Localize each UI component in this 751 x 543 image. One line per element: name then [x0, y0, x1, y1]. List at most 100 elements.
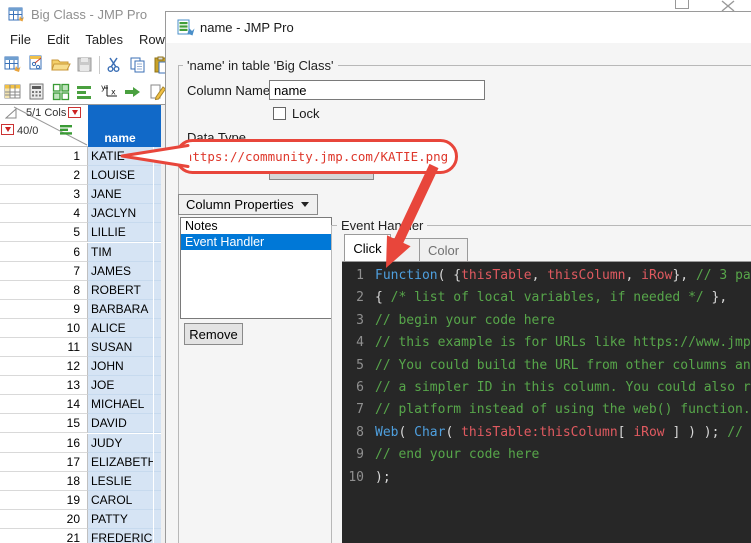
table-row[interactable]: 12 JOHN: [0, 357, 161, 377]
table-row[interactable]: 16 JUDY: [0, 433, 161, 453]
name-cell[interactable]: PATTY: [88, 509, 153, 529]
name-cell[interactable]: JANE: [88, 185, 153, 205]
name-cell[interactable]: JOHN: [88, 357, 153, 377]
row-number-cell[interactable]: 2: [0, 166, 88, 186]
table-row[interactable]: 7 JAMES: [0, 261, 161, 281]
row-number-cell[interactable]: 5: [0, 223, 88, 243]
row-number-cell[interactable]: 20: [0, 509, 88, 529]
row-number-cell[interactable]: 4: [0, 204, 88, 224]
row-number-cell[interactable]: 7: [0, 261, 88, 281]
row-number-cell[interactable]: 19: [0, 490, 88, 510]
row-number-cell[interactable]: 14: [0, 395, 88, 415]
property-item-notes[interactable]: Notes: [181, 218, 331, 234]
tab-click[interactable]: Click: [344, 234, 391, 261]
open-folder-icon[interactable]: [49, 54, 73, 76]
table-row[interactable]: 14 MICHAEL: [0, 395, 161, 415]
lock-checkbox[interactable]: [273, 107, 286, 120]
new-data-table-icon[interactable]: [1, 54, 25, 76]
table-row[interactable]: 6 TIM: [0, 242, 161, 262]
row-number-cell[interactable]: 11: [0, 338, 88, 358]
calculator-icon[interactable]: [25, 81, 49, 103]
table-row[interactable]: 10 ALICE: [0, 318, 161, 338]
align-bars-icon[interactable]: [73, 81, 97, 103]
name-cell[interactable]: KATIE: [88, 147, 153, 167]
table-row[interactable]: 13 JOE: [0, 376, 161, 396]
name-cell[interactable]: JACLYN: [88, 204, 153, 224]
row-number-cell[interactable]: 12: [0, 357, 88, 377]
toolbar-standard: [0, 50, 170, 79]
row-number-cell[interactable]: 9: [0, 299, 88, 319]
table-row[interactable]: 17 ELIZABETH: [0, 452, 161, 472]
row-number-cell[interactable]: 16: [0, 433, 88, 453]
menu-edit[interactable]: Edit: [39, 32, 77, 47]
data-table-icon[interactable]: [1, 81, 25, 103]
table-row[interactable]: 21FREDERICK: [0, 529, 161, 543]
name-cell[interactable]: SUSAN: [88, 338, 153, 358]
cut-icon[interactable]: [102, 54, 126, 76]
name-cell[interactable]: CAROL: [88, 490, 153, 510]
name-cell[interactable]: JAMES: [88, 261, 153, 281]
table-row[interactable]: 9 BARBARA: [0, 299, 161, 319]
name-cell[interactable]: FREDERICK: [88, 529, 153, 543]
row-number-cell[interactable]: 8: [0, 280, 88, 300]
tab-middle[interactable]: [391, 238, 420, 261]
name-cell[interactable]: ELIZABETH: [88, 452, 153, 472]
table-row[interactable]: 3 JANE: [0, 185, 161, 205]
table-row[interactable]: 1 KATIE: [0, 147, 161, 167]
plot-axes-icon[interactable]: yx: [97, 81, 121, 103]
menu-tables[interactable]: Tables: [77, 32, 131, 47]
table-row[interactable]: 5 LILLIE: [0, 223, 161, 243]
row-number-cell[interactable]: 15: [0, 414, 88, 434]
tab-color[interactable]: Color: [420, 238, 468, 261]
disclosure-triangle-icon[interactable]: [5, 108, 18, 120]
rows-menu-icon[interactable]: [1, 124, 14, 135]
close-button[interactable]: [720, 0, 736, 12]
column-properties-button[interactable]: Column Properties: [178, 194, 318, 215]
row-number-cell[interactable]: 13: [0, 376, 88, 396]
row-number-cell[interactable]: 17: [0, 452, 88, 472]
table-row[interactable]: 4 JACLYN: [0, 204, 161, 224]
columns-menu-icon[interactable]: [68, 107, 81, 118]
save-icon[interactable]: [73, 54, 97, 76]
table-row[interactable]: 18 LESLIE: [0, 471, 161, 491]
table-row[interactable]: 2 LOUISE: [0, 166, 161, 186]
row-number-cell[interactable]: 1: [0, 147, 88, 167]
row-number-cell[interactable]: 18: [0, 471, 88, 491]
table-row[interactable]: 15 DAVID: [0, 414, 161, 434]
column-name-input[interactable]: [269, 80, 485, 100]
name-cell[interactable]: LILLIE: [88, 223, 153, 243]
column-list-icon[interactable]: [60, 124, 73, 135]
code-editor[interactable]: 1 Function( {thisTable, thisColumn, iRow}…: [342, 261, 751, 543]
row-number-cell[interactable]: 6: [0, 242, 88, 262]
row-number-cell[interactable]: 10: [0, 318, 88, 338]
name-cell[interactable]: LESLIE: [88, 471, 153, 491]
name-cell[interactable]: ROBERT: [88, 280, 153, 300]
name-cell[interactable]: JUDY: [88, 433, 153, 453]
open-script-icon[interactable]: [25, 54, 49, 76]
property-item-event-handler[interactable]: Event Handler: [181, 234, 331, 250]
table-row[interactable]: 20 PATTY: [0, 509, 161, 529]
copy-icon[interactable]: [126, 54, 150, 76]
properties-listbox[interactable]: Notes Event Handler: [180, 217, 332, 319]
name-cell[interactable]: MICHAEL: [88, 395, 153, 415]
name-cell[interactable]: TIM: [88, 242, 153, 262]
table-row[interactable]: 19 CAROL: [0, 490, 161, 510]
table-row[interactable]: 8 ROBERT: [0, 280, 161, 300]
run-script-icon[interactable]: [121, 81, 145, 103]
menu-file[interactable]: File: [2, 32, 39, 47]
line-number: 4: [356, 335, 364, 351]
name-cell[interactable]: JOE: [88, 376, 153, 396]
window-layout-icon[interactable]: [49, 81, 73, 103]
name-cell[interactable]: DAVID: [88, 414, 153, 434]
column-properties-label: Column Properties: [186, 197, 294, 212]
row-number-cell[interactable]: 3: [0, 185, 88, 205]
dialog-titlebar[interactable]: name - JMP Pro: [166, 12, 751, 43]
name-cell[interactable]: LOUISE: [88, 166, 153, 186]
table-row[interactable]: 11 SUSAN: [0, 338, 161, 358]
name-cell[interactable]: BARBARA: [88, 299, 153, 319]
name-cell[interactable]: ALICE: [88, 318, 153, 338]
maximize-button[interactable]: [675, 0, 689, 9]
remove-button[interactable]: Remove: [184, 323, 243, 345]
row-number-cell[interactable]: 21: [0, 529, 88, 543]
column-header-name[interactable]: name: [88, 105, 161, 147]
